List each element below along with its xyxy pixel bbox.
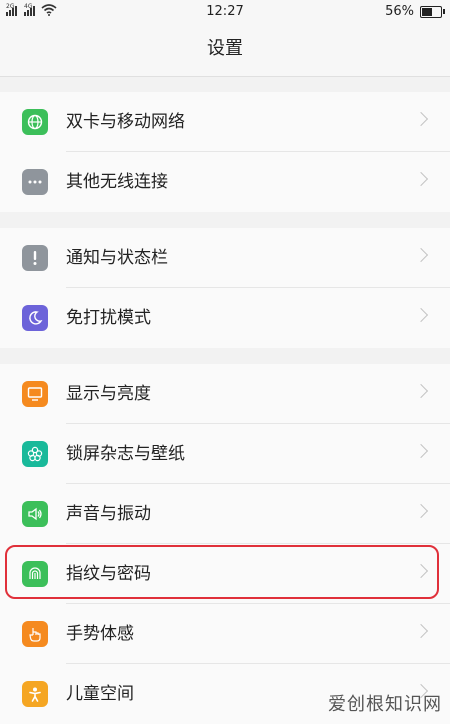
settings-item-label: 声音与振动 bbox=[66, 504, 151, 524]
settings-item-label: 锁屏杂志与壁纸 bbox=[66, 444, 185, 464]
settings-item-dual-sim-network[interactable]: 双卡与移动网络 bbox=[0, 92, 450, 152]
child-icon bbox=[22, 681, 48, 707]
settings-item-label: 显示与亮度 bbox=[66, 384, 151, 404]
settings-group-network: 双卡与移动网络 其他无线连接 bbox=[0, 92, 450, 212]
settings-item-label: 指纹与密码 bbox=[66, 564, 151, 584]
chevron-right-icon bbox=[413, 111, 429, 127]
chevron-right-icon bbox=[413, 247, 429, 263]
settings-item-lockscreen-wallpaper[interactable]: 锁屏杂志与壁纸 bbox=[0, 424, 450, 484]
settings-item-label: 通知与状态栏 bbox=[66, 248, 168, 268]
settings-item-sound-vibration[interactable]: 声音与振动 bbox=[0, 484, 450, 544]
fingerprint-icon bbox=[22, 561, 48, 587]
chevron-right-icon bbox=[413, 503, 429, 519]
settings-item-fingerprint-password[interactable]: 指纹与密码 bbox=[0, 544, 450, 604]
settings-item-label: 双卡与移动网络 bbox=[66, 112, 185, 132]
settings-item-do-not-disturb[interactable]: 免打扰模式 bbox=[0, 288, 450, 348]
settings-group-notifications: 通知与状态栏 免打扰模式 bbox=[0, 228, 450, 348]
settings-item-gestures[interactable]: 手势体感 bbox=[0, 604, 450, 664]
moon-icon bbox=[22, 305, 48, 331]
chevron-right-icon bbox=[413, 383, 429, 399]
battery-percent: 56% bbox=[385, 4, 414, 19]
chevron-right-icon bbox=[413, 307, 429, 323]
chevron-right-icon bbox=[413, 563, 429, 579]
chevron-right-icon bbox=[413, 443, 429, 459]
settings-item-label: 免打扰模式 bbox=[66, 308, 151, 328]
settings-item-label: 手势体感 bbox=[66, 624, 134, 644]
battery-icon bbox=[420, 5, 445, 18]
settings-item-label: 其他无线连接 bbox=[66, 172, 168, 192]
exclamation-icon bbox=[22, 245, 48, 271]
hand-icon bbox=[22, 621, 48, 647]
more-dots-icon bbox=[22, 169, 48, 195]
settings-item-display-brightness[interactable]: 显示与亮度 bbox=[0, 364, 450, 424]
page-title: 设置 bbox=[0, 24, 450, 77]
settings-item-label: 儿童空间 bbox=[66, 684, 134, 704]
watermark: 爱创根知识网 bbox=[328, 694, 442, 715]
settings-item-notifications-status-bar[interactable]: 通知与状态栏 bbox=[0, 228, 450, 288]
monitor-icon bbox=[22, 381, 48, 407]
status-bar: 2G 4G 12:27 56% bbox=[0, 0, 450, 24]
flower-icon bbox=[22, 441, 48, 467]
settings-item-other-wireless[interactable]: 其他无线连接 bbox=[0, 152, 450, 212]
chevron-right-icon bbox=[413, 171, 429, 187]
chevron-right-icon bbox=[413, 623, 429, 639]
speaker-icon bbox=[22, 501, 48, 527]
globe-icon bbox=[22, 109, 48, 135]
settings-group-device: 显示与亮度 锁屏杂志与壁纸 声音与振动 指纹与密码 手势体感 儿童空间 bbox=[0, 364, 450, 724]
clock: 12:27 bbox=[206, 4, 244, 19]
